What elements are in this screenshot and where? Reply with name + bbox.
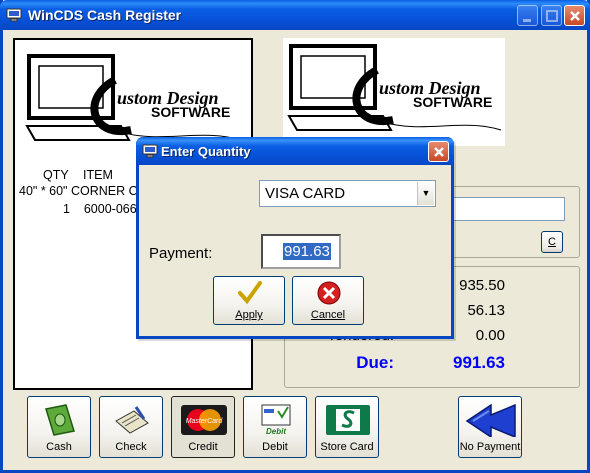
item-header: ITEM [83, 168, 113, 182]
back-arrows-icon [465, 403, 516, 437]
check-label: Check [115, 441, 147, 453]
due-label: Due: [356, 353, 394, 372]
credit-button[interactable]: MasterCard Credit [171, 396, 235, 458]
chevron-down-icon[interactable]: ▼ [417, 182, 434, 205]
credit-label: Credit [188, 441, 218, 453]
store-card-label: Store Card [320, 441, 374, 453]
dialog-title: Enter Quantity [161, 144, 251, 159]
apply-label: Apply [235, 309, 263, 321]
payment-input[interactable]: 991.63 [261, 234, 341, 269]
svg-text:Debit: Debit [266, 427, 286, 436]
svg-text:MasterCard: MasterCard [186, 418, 224, 425]
payment-input-value: 991.63 [283, 243, 331, 260]
logo-line2: SOFTWARE [151, 104, 231, 120]
enter-quantity-dialog: Enter Quantity VISA CARD ▼ Payment: 991.… [136, 137, 454, 339]
apply-button[interactable]: Apply [213, 276, 285, 325]
monitor-icon [142, 144, 158, 158]
debit-button[interactable]: Debit Debit [243, 396, 307, 458]
receipt-line: 40" * 60" CORNER C [19, 184, 138, 198]
no-payment-label: No Payment [459, 441, 521, 453]
qty-header: QTY [43, 168, 69, 182]
close-icon [570, 11, 580, 21]
payment-type-select[interactable]: VISA CARD ▼ [259, 180, 436, 207]
cash-label: Cash [46, 441, 72, 453]
subtotal-value: 935.50 [459, 277, 505, 294]
close-button[interactable] [564, 5, 585, 26]
cash-button[interactable]: Cash [27, 396, 91, 458]
debit-label: Debit [262, 441, 288, 453]
monitor-icon [6, 8, 22, 22]
cancel-label: Cancel [310, 309, 346, 321]
mastercard-icon: MasterCard [181, 405, 227, 435]
customer-lookup-button[interactable]: C [541, 231, 563, 253]
company-logo-right: ustom Design SOFTWARE [283, 38, 505, 146]
customer-field[interactable] [453, 197, 565, 221]
red-x-icon [317, 281, 341, 305]
maximize-icon [546, 10, 558, 22]
no-payment-button[interactable]: No Payment [458, 396, 522, 458]
receipt-line: 1 6000-066 [63, 202, 137, 216]
tax-value: 56.13 [467, 302, 505, 319]
check-button[interactable]: Check [99, 396, 163, 458]
checkmark-icon [238, 281, 262, 305]
cancel-button[interactable]: Cancel [292, 276, 364, 325]
tendered-value: 0.00 [475, 327, 505, 344]
dialog-titlebar[interactable]: Enter Quantity [136, 137, 454, 165]
window-titlebar[interactable]: WinCDS Cash Register [0, 0, 590, 30]
minimize-icon [523, 19, 531, 22]
due-value: 991.63 [453, 353, 505, 372]
money-icon [45, 404, 75, 436]
check-writing-icon [115, 406, 149, 434]
store-card-icon [326, 405, 370, 435]
payment-type-value: VISA CARD [265, 185, 346, 202]
dialog-close-button[interactable] [428, 141, 449, 162]
minimize-button[interactable] [517, 5, 538, 26]
close-icon [434, 147, 444, 157]
maximize-button[interactable] [541, 5, 562, 26]
window-title: WinCDS Cash Register [28, 7, 182, 23]
debit-card-icon: Debit [261, 404, 291, 436]
logo-line2: SOFTWARE [413, 94, 493, 110]
store-card-button[interactable]: Store Card [315, 396, 379, 458]
payment-label: Payment: [149, 245, 213, 262]
